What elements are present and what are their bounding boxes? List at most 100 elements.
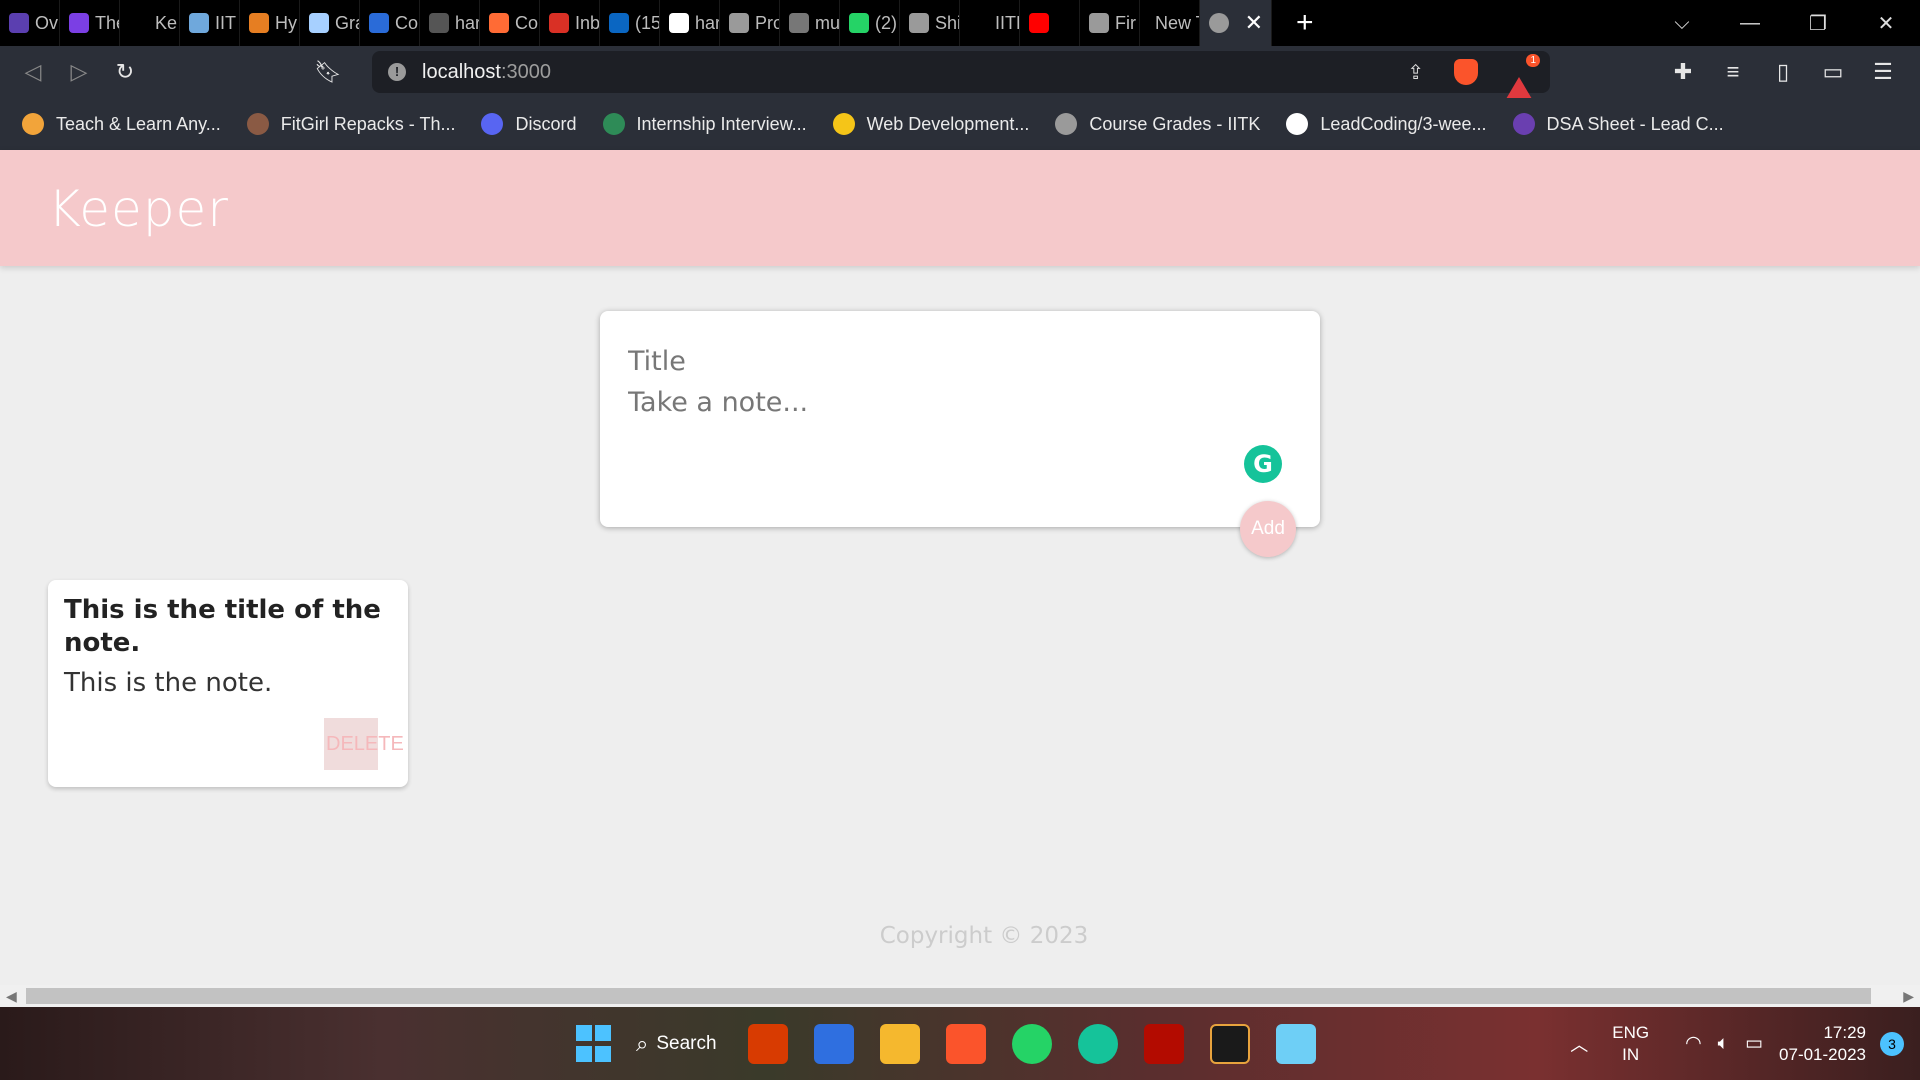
- bookmark-favicon-icon: [246, 113, 269, 135]
- brave-shields-icon[interactable]: [1454, 59, 1478, 85]
- bookmark-item[interactable]: DSA Sheet - Lead C...: [1512, 113, 1724, 135]
- horizontal-scrollbar[interactable]: ◀ ▶: [0, 985, 1920, 1007]
- scroll-left-icon[interactable]: ◀: [6, 988, 17, 1005]
- browser-tab[interactable]: New Ta: [1140, 0, 1200, 46]
- browser-tab[interactable]: Inb: [540, 0, 600, 46]
- toolbar-right-icons: ✚ ≡ ▯ ▭ ☰: [1658, 46, 1908, 98]
- language-indicator[interactable]: ENG IN: [1612, 1022, 1649, 1066]
- clock-date: 07-01-2023: [1779, 1044, 1866, 1064]
- battery-icon[interactable]: ▭: [1745, 1032, 1763, 1055]
- window-controls: ⌵ — ❐ ✕: [1648, 0, 1920, 46]
- browser-tab[interactable]: har: [420, 0, 480, 46]
- brave-icon[interactable]: [945, 1023, 986, 1064]
- restore-icon[interactable]: ❐: [1784, 11, 1852, 36]
- browser-tab[interactable]: Gra: [300, 0, 360, 46]
- start-menu-icon[interactable]: [573, 1024, 613, 1064]
- menu-icon[interactable]: ☰: [1858, 59, 1908, 85]
- bar-chart-icon: [369, 13, 389, 33]
- minimize-icon[interactable]: —: [1716, 12, 1784, 35]
- terminal-icon[interactable]: [1209, 1023, 1250, 1064]
- bookmark-item[interactable]: Web Development...: [832, 113, 1030, 135]
- u-badge-icon: [69, 13, 89, 33]
- chat-icon: [489, 13, 509, 33]
- bookmark-item[interactable]: Discord: [481, 113, 577, 135]
- browser-tab[interactable]: The: [60, 0, 120, 46]
- site-info-icon[interactable]: !: [388, 63, 406, 81]
- grammarly-icon[interactable]: [1077, 1023, 1118, 1064]
- lang-bottom: IN: [1622, 1044, 1640, 1064]
- office-icon[interactable]: [747, 1023, 788, 1064]
- extensions-icon[interactable]: ✚: [1658, 59, 1708, 85]
- notepad-icon[interactable]: [1275, 1023, 1316, 1064]
- tab-label: Shi: [935, 12, 959, 33]
- chevron-up-icon[interactable]: ︿: [1570, 1031, 1588, 1057]
- tab-label: IITH: [995, 12, 1019, 33]
- browser-tab[interactable]: IIT: [180, 0, 240, 46]
- sidebar-icon[interactable]: ▯: [1758, 59, 1808, 85]
- url-host: localhost: [422, 60, 501, 83]
- editor-icon[interactable]: [813, 1023, 854, 1064]
- tab-label: Ov: [35, 12, 59, 33]
- new-tab-button[interactable]: +: [1296, 6, 1314, 40]
- wallet-icon[interactable]: ▭: [1808, 59, 1858, 85]
- title-input[interactable]: [628, 341, 1268, 381]
- delete-button[interactable]: DELETE: [324, 718, 404, 770]
- taskbar-search[interactable]: ⌕ Search: [636, 1031, 717, 1057]
- bookmark-item[interactable]: Course Grades - IITK: [1055, 113, 1260, 135]
- globe-icon: [729, 13, 749, 33]
- grammarly-icon[interactable]: G: [1244, 445, 1282, 483]
- linkedin-icon: [609, 13, 629, 33]
- lang-top: ENG: [1612, 1022, 1650, 1042]
- pdf-icon[interactable]: [1143, 1023, 1184, 1064]
- note-title: This is the title of the note.: [64, 595, 381, 658]
- browser-tab[interactable]: (2): [840, 0, 900, 46]
- volume-icon[interactable]: 🔈︎: [1718, 1033, 1729, 1055]
- browser-tab[interactable]: har: [660, 0, 720, 46]
- close-tab-icon[interactable]: ✕: [1245, 10, 1263, 36]
- reload-icon[interactable]: ↻: [102, 59, 148, 85]
- app-header: Keeper: [0, 150, 1920, 266]
- bookmark-item[interactable]: Teach & Learn Any...: [22, 113, 221, 135]
- notification-badge[interactable]: 3: [1880, 1031, 1904, 1056]
- scrollbar-thumb[interactable]: [26, 988, 1871, 1004]
- bookmark-label: Teach & Learn Any...: [56, 113, 221, 134]
- back-icon[interactable]: ◁: [10, 59, 56, 85]
- forward-icon[interactable]: ▷: [56, 59, 102, 85]
- bookmark-item[interactable]: FitGirl Repacks - Th...: [246, 113, 455, 135]
- browser-tab[interactable]: Hy: [240, 0, 300, 46]
- brave-rewards-icon[interactable]: 1: [1506, 54, 1540, 99]
- add-button[interactable]: Add: [1240, 501, 1296, 557]
- bookmark-item[interactable]: Internship Interview...: [602, 113, 807, 135]
- close-window-icon[interactable]: ✕: [1852, 11, 1920, 36]
- file-explorer-icon[interactable]: [879, 1023, 920, 1064]
- playlist-icon[interactable]: ≡: [1708, 59, 1758, 85]
- youtube-icon: [1029, 13, 1049, 33]
- browser-tab[interactable]: Fir: [1080, 0, 1140, 46]
- bookmark-item[interactable]: LeadCoding/3-wee...: [1286, 113, 1487, 135]
- tab-search-dropdown-icon[interactable]: ⌵: [1648, 12, 1716, 35]
- browser-tab[interactable]: mu: [780, 0, 840, 46]
- tab-label: har: [455, 12, 479, 33]
- active-tab[interactable]: ✕: [1200, 0, 1272, 46]
- scroll-right-icon[interactable]: ▶: [1903, 988, 1914, 1005]
- whatsapp-icon[interactable]: [1011, 1023, 1052, 1064]
- share-icon[interactable]: ⇪: [1407, 60, 1424, 85]
- browser-tab[interactable]: Co: [480, 0, 540, 46]
- browser-tab[interactable]: [1020, 0, 1080, 46]
- note-content-input[interactable]: [628, 387, 1268, 467]
- browser-tab[interactable]: Shi: [900, 0, 960, 46]
- wifi-icon[interactable]: ◠: [1685, 1032, 1702, 1055]
- create-note-form: G Add: [600, 311, 1320, 557]
- address-bar[interactable]: ! localhost:3000 ⇪ 1: [372, 51, 1550, 99]
- clock[interactable]: 17:29 07-01-2023: [1779, 1022, 1866, 1066]
- bookmark-label: Web Development...: [866, 113, 1030, 134]
- browser-tab[interactable]: (15: [600, 0, 660, 46]
- browser-tab[interactable]: Co: [360, 0, 420, 46]
- browser-tab[interactable]: IITH: [960, 0, 1020, 46]
- browser-tab[interactable]: Ke: [120, 0, 180, 46]
- browser-tab[interactable]: Pro: [720, 0, 780, 46]
- bookmark-page-icon[interactable]: 🔖︎: [314, 59, 344, 85]
- cc-icon: [429, 13, 449, 33]
- browser-tab[interactable]: Ov: [0, 0, 60, 46]
- bookmark-favicon-icon: [1286, 113, 1309, 135]
